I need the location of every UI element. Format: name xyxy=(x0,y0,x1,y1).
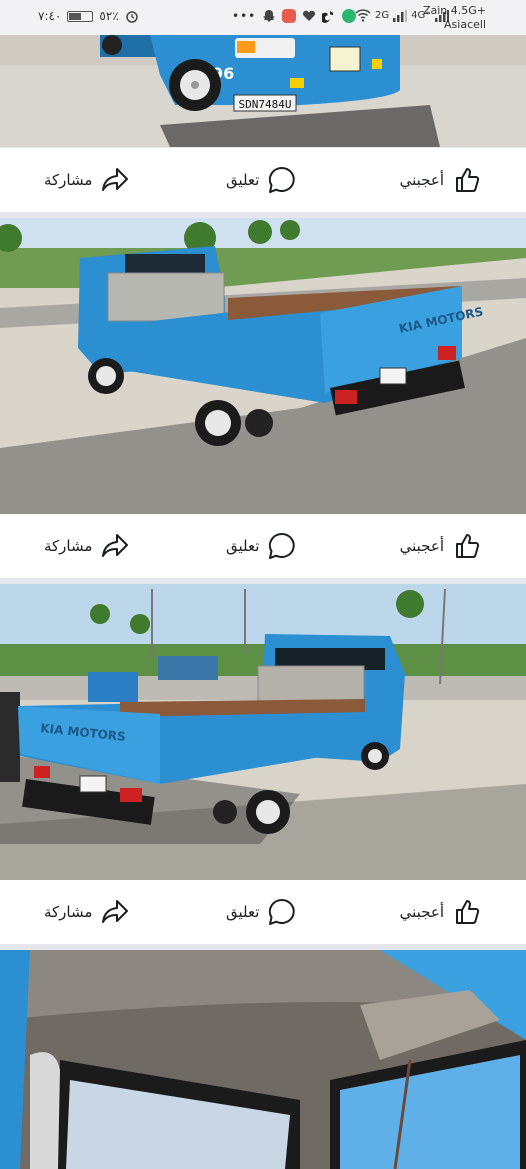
truck-photo-4 xyxy=(0,950,526,1169)
comment-button[interactable]: تعليق xyxy=(226,148,297,212)
like-button[interactable]: أعجبني xyxy=(400,514,482,578)
post-photo[interactable]: KIA MOTORS xyxy=(0,584,526,880)
post-photo[interactable] xyxy=(0,950,526,1169)
signal-icon xyxy=(393,9,408,22)
wifi-icon xyxy=(355,9,371,22)
status-bar: ٧:٤٠ ٥٢٪ ••• 2G 4G⁺ Zain 4.5G+ Asiacell xyxy=(0,0,526,35)
snapchat-icon xyxy=(263,10,276,22)
license-plate: SDN7484U xyxy=(239,98,292,111)
alarm-icon xyxy=(125,11,138,23)
share-label: مشاركة xyxy=(44,171,93,189)
thumbs-up-icon xyxy=(456,900,480,924)
status-left: ٧:٤٠ ٥٢٪ xyxy=(38,9,139,23)
carrier-name-2: Asiacell xyxy=(444,18,486,31)
post-photo[interactable]: KIA MOTORS xyxy=(0,218,526,514)
battery-icon xyxy=(67,10,94,22)
comment-button[interactable]: تعليق xyxy=(226,514,297,578)
like-button[interactable]: أعجبني xyxy=(400,880,482,944)
share-button[interactable]: مشاركة xyxy=(44,880,130,944)
comment-icon xyxy=(269,898,296,925)
thumbs-up-icon xyxy=(456,168,480,192)
truck-photo-3: KIA MOTORS xyxy=(0,584,526,880)
post-actions-bar: أعجبني تعليق مشاركة xyxy=(0,880,526,944)
more-icon: ••• xyxy=(232,9,257,23)
tiktok-icon xyxy=(322,10,334,23)
comment-icon xyxy=(269,166,296,193)
heart-icon xyxy=(303,10,316,21)
network-2g: 2G xyxy=(375,10,390,21)
post-actions-bar: أعجبني تعليق مشاركة xyxy=(0,148,526,212)
share-label: مشاركة xyxy=(44,903,93,921)
post-photo[interactable]: SDN7484U 96 xyxy=(0,35,526,147)
comment-button[interactable]: تعليق xyxy=(226,880,297,944)
share-icon xyxy=(102,168,129,191)
comment-label: تعليق xyxy=(226,171,260,189)
share-button[interactable]: مشاركة xyxy=(44,148,130,212)
carrier-info: Zain 4.5G+ Asiacell xyxy=(423,4,486,32)
comment-label: تعليق xyxy=(226,537,260,555)
comment-icon xyxy=(269,532,296,559)
share-icon xyxy=(102,534,129,557)
post-actions-bar: أعجبني تعليق مشاركة xyxy=(0,514,526,578)
clock-time: ٧:٤٠ xyxy=(38,9,62,23)
share-button[interactable]: مشاركة xyxy=(44,514,130,578)
like-label: أعجبني xyxy=(399,537,444,555)
thumbs-up-icon xyxy=(456,534,480,558)
battery-percent: ٥٢٪ xyxy=(99,9,119,23)
like-button[interactable]: أعجبني xyxy=(400,148,482,212)
comment-label: تعليق xyxy=(226,903,260,921)
share-label: مشاركة xyxy=(44,537,93,555)
share-icon xyxy=(102,900,129,923)
truck-photo-2: KIA MOTORS xyxy=(0,218,526,514)
app-icon xyxy=(282,9,297,23)
like-label: أعجبني xyxy=(399,171,444,189)
notification-icons: ••• xyxy=(232,9,357,23)
carrier-name-1: Zain 4.5G+ xyxy=(422,4,486,17)
like-label: أعجبني xyxy=(399,903,444,921)
truck-photo-1: SDN7484U 96 xyxy=(0,35,526,147)
